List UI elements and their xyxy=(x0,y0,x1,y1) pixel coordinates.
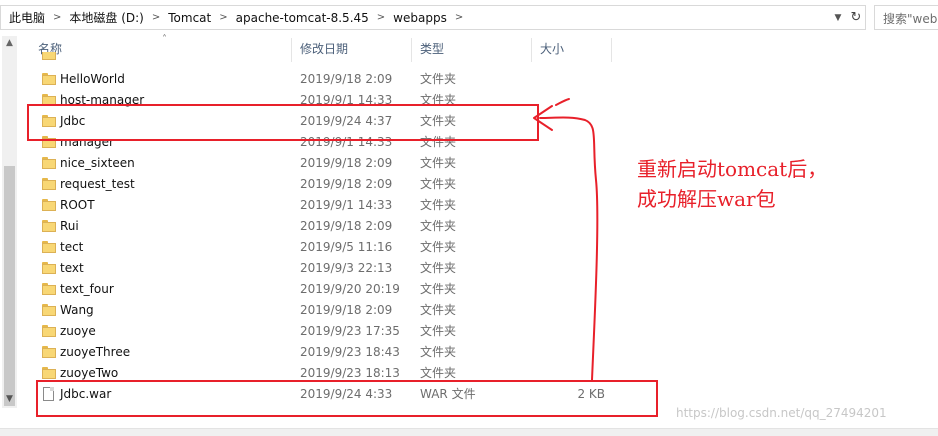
annotation-arrow xyxy=(533,98,599,381)
watermark: https://blog.csdn.net/qq_27494201 xyxy=(676,406,887,420)
annotation-line-1: 重新启动tomcat后， xyxy=(637,157,828,181)
annotation-line-2: 成功解压war包 xyxy=(637,187,776,211)
